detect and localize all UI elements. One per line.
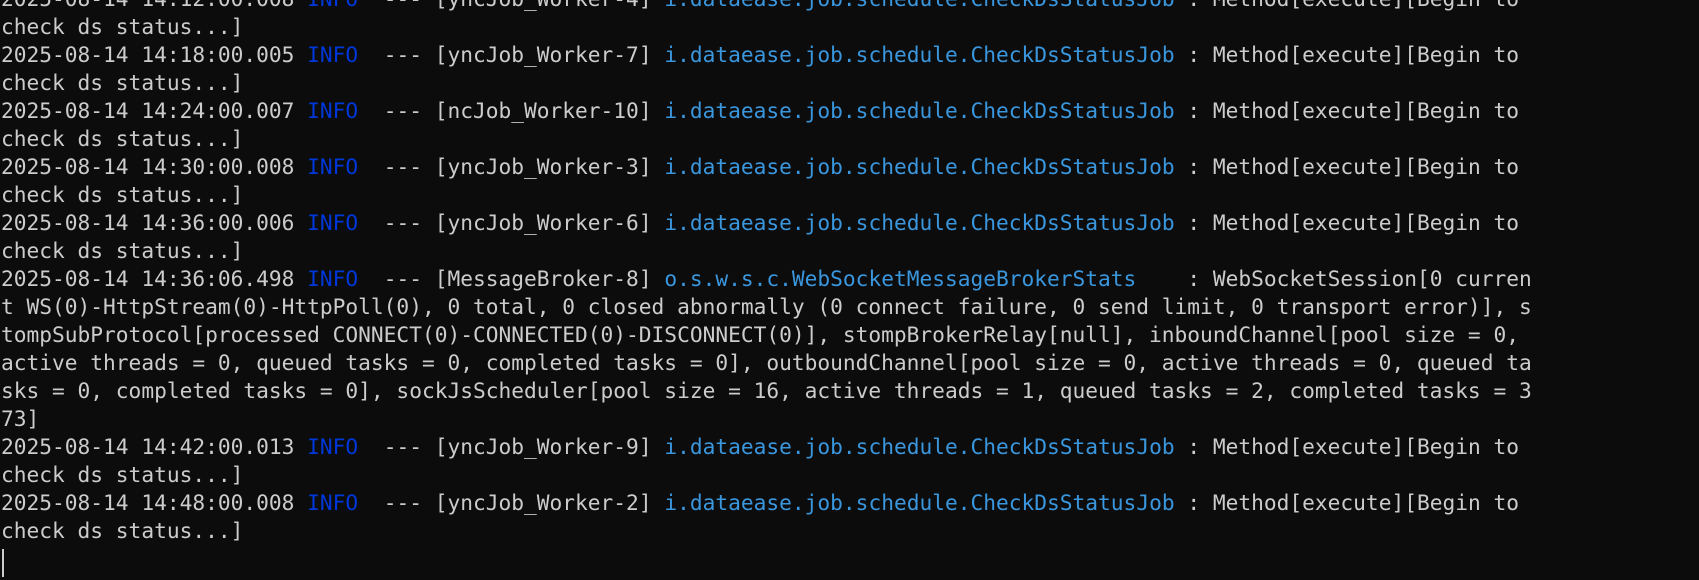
logger-name: i.dataease.job.schedule.CheckDsStatusJob (664, 42, 1175, 67)
terminal-window[interactable]: 2025-08-14 14:12:00.008 INFO --- [yncJob… (0, 0, 1699, 580)
log-entry: 2025-08-14 14:18:00.005 INFO --- [yncJob… (1, 41, 1691, 97)
log-level: INFO (307, 42, 359, 67)
log-text: --- [yncJob_Worker-9] (358, 434, 665, 459)
log-text: active threads = 0, queued tasks = 0, co… (1, 350, 1532, 375)
log-entry: 2025-08-14 14:48:00.008 INFO --- [yncJob… (1, 489, 1691, 545)
log-text: 2025-08-14 14:24:00.007 (1, 98, 308, 123)
log-line: 2025-08-14 14:30:00.008 INFO --- [yncJob… (1, 153, 1691, 181)
log-text: : Method[execute][Begin to (1174, 154, 1520, 179)
log-output: 2025-08-14 14:12:00.008 INFO --- [yncJob… (1, 0, 1691, 545)
log-text: --- [yncJob_Worker-4] (358, 0, 664, 11)
log-level: INFO (307, 434, 359, 459)
log-text: check ds status...] (1, 126, 244, 151)
log-line: 2025-08-14 14:42:00.013 INFO --- [yncJob… (1, 433, 1691, 461)
log-text: 2025-08-14 14:48:00.008 (1, 490, 308, 515)
log-line: 2025-08-14 14:24:00.007 INFO --- [ncJob_… (1, 97, 1691, 125)
log-text: --- [yncJob_Worker-6] (358, 210, 665, 235)
log-text: --- [MessageBroker-8] (358, 266, 665, 291)
log-line: t WS(0)-HttpStream(0)-HttpPoll(0), 0 tot… (1, 293, 1691, 321)
log-line: 2025-08-14 14:12:00.008 INFO --- [yncJob… (1, 0, 1691, 13)
log-text: 2025-08-14 14:30:00.008 (1, 154, 308, 179)
log-entry: 2025-08-14 14:42:00.013 INFO --- [yncJob… (1, 433, 1691, 489)
log-line: 2025-08-14 14:36:06.498 INFO --- [Messag… (1, 265, 1691, 293)
log-text: check ds status...] (1, 518, 244, 543)
log-entry: 2025-08-14 14:12:00.008 INFO --- [yncJob… (1, 0, 1691, 41)
log-text: : Method[execute][Begin to (1174, 490, 1520, 515)
log-text: : Method[execute][Begin to (1174, 434, 1520, 459)
log-level: INFO (307, 154, 359, 179)
logger-name: i.dataease.job.schedule.CheckDsStatusJob (664, 98, 1175, 123)
logger-name: i.dataease.job.schedule.CheckDsStatusJob (664, 154, 1175, 179)
log-text: : WebSocketSession[0 curren (1136, 266, 1532, 291)
log-text: --- [yncJob_Worker-2] (358, 490, 665, 515)
log-level: INFO (307, 98, 359, 123)
log-line: 73] (1, 405, 1691, 433)
log-line: check ds status...] (1, 237, 1691, 265)
log-text: check ds status...] (1, 70, 244, 95)
log-line: check ds status...] (1, 13, 1691, 41)
log-level: INFO (307, 210, 359, 235)
log-level: INFO (307, 0, 358, 11)
log-level: INFO (307, 266, 359, 291)
logger-name: i.dataease.job.schedule.CheckDsStatusJob (664, 0, 1174, 11)
log-text: t WS(0)-HttpStream(0)-HttpPoll(0), 0 tot… (1, 294, 1532, 319)
log-text: check ds status...] (1, 14, 244, 39)
log-text: --- [yncJob_Worker-7] (358, 42, 665, 67)
log-line: check ds status...] (1, 69, 1691, 97)
log-line: check ds status...] (1, 461, 1691, 489)
log-text: : Method[execute][Begin to (1175, 0, 1519, 11)
log-line: tompSubProtocol[processed CONNECT(0)-CON… (1, 321, 1691, 349)
log-text: 73] (1, 406, 40, 431)
log-line: check ds status...] (1, 181, 1691, 209)
log-text: : Method[execute][Begin to (1174, 98, 1520, 123)
log-line: check ds status...] (1, 125, 1691, 153)
log-line: active threads = 0, queued tasks = 0, co… (1, 349, 1691, 377)
logger-name: o.s.w.s.c.WebSocketMessageBrokerStats (664, 266, 1137, 291)
logger-name: i.dataease.job.schedule.CheckDsStatusJob (664, 210, 1175, 235)
log-text: 2025-08-14 14:36:06.498 (1, 266, 308, 291)
log-entry: 2025-08-14 14:30:00.008 INFO --- [yncJob… (1, 153, 1691, 209)
log-text: --- [ncJob_Worker-10] (358, 98, 665, 123)
log-entry: 2025-08-14 14:36:06.498 INFO --- [Messag… (1, 265, 1691, 433)
log-text: check ds status...] (1, 238, 244, 263)
log-line: 2025-08-14 14:18:00.005 INFO --- [yncJob… (1, 41, 1691, 69)
log-text: tompSubProtocol[processed CONNECT(0)-CON… (1, 322, 1519, 347)
log-text: 2025-08-14 14:12:00.008 (1, 0, 307, 11)
log-text: 2025-08-14 14:42:00.013 (1, 434, 308, 459)
log-level: INFO (307, 490, 359, 515)
log-text: check ds status...] (1, 182, 244, 207)
logger-name: i.dataease.job.schedule.CheckDsStatusJob (664, 490, 1175, 515)
log-line: 2025-08-14 14:48:00.008 INFO --- [yncJob… (1, 489, 1691, 517)
log-text: sks = 0, completed tasks = 0], sockJsSch… (1, 378, 1532, 403)
log-text: check ds status...] (1, 462, 244, 487)
log-text: : Method[execute][Begin to (1174, 42, 1520, 67)
log-line: 2025-08-14 14:36:00.006 INFO --- [yncJob… (1, 209, 1691, 237)
log-entry: 2025-08-14 14:36:00.006 INFO --- [yncJob… (1, 209, 1691, 265)
logger-name: i.dataease.job.schedule.CheckDsStatusJob (664, 434, 1175, 459)
log-text: 2025-08-14 14:18:00.005 (1, 42, 308, 67)
log-text: 2025-08-14 14:36:00.006 (1, 210, 308, 235)
log-text: --- [yncJob_Worker-3] (358, 154, 665, 179)
log-line: sks = 0, completed tasks = 0], sockJsSch… (1, 377, 1691, 405)
text-cursor (2, 549, 4, 577)
log-text: : Method[execute][Begin to (1174, 210, 1520, 235)
log-line: check ds status...] (1, 517, 1691, 545)
log-entry: 2025-08-14 14:24:00.007 INFO --- [ncJob_… (1, 97, 1691, 153)
